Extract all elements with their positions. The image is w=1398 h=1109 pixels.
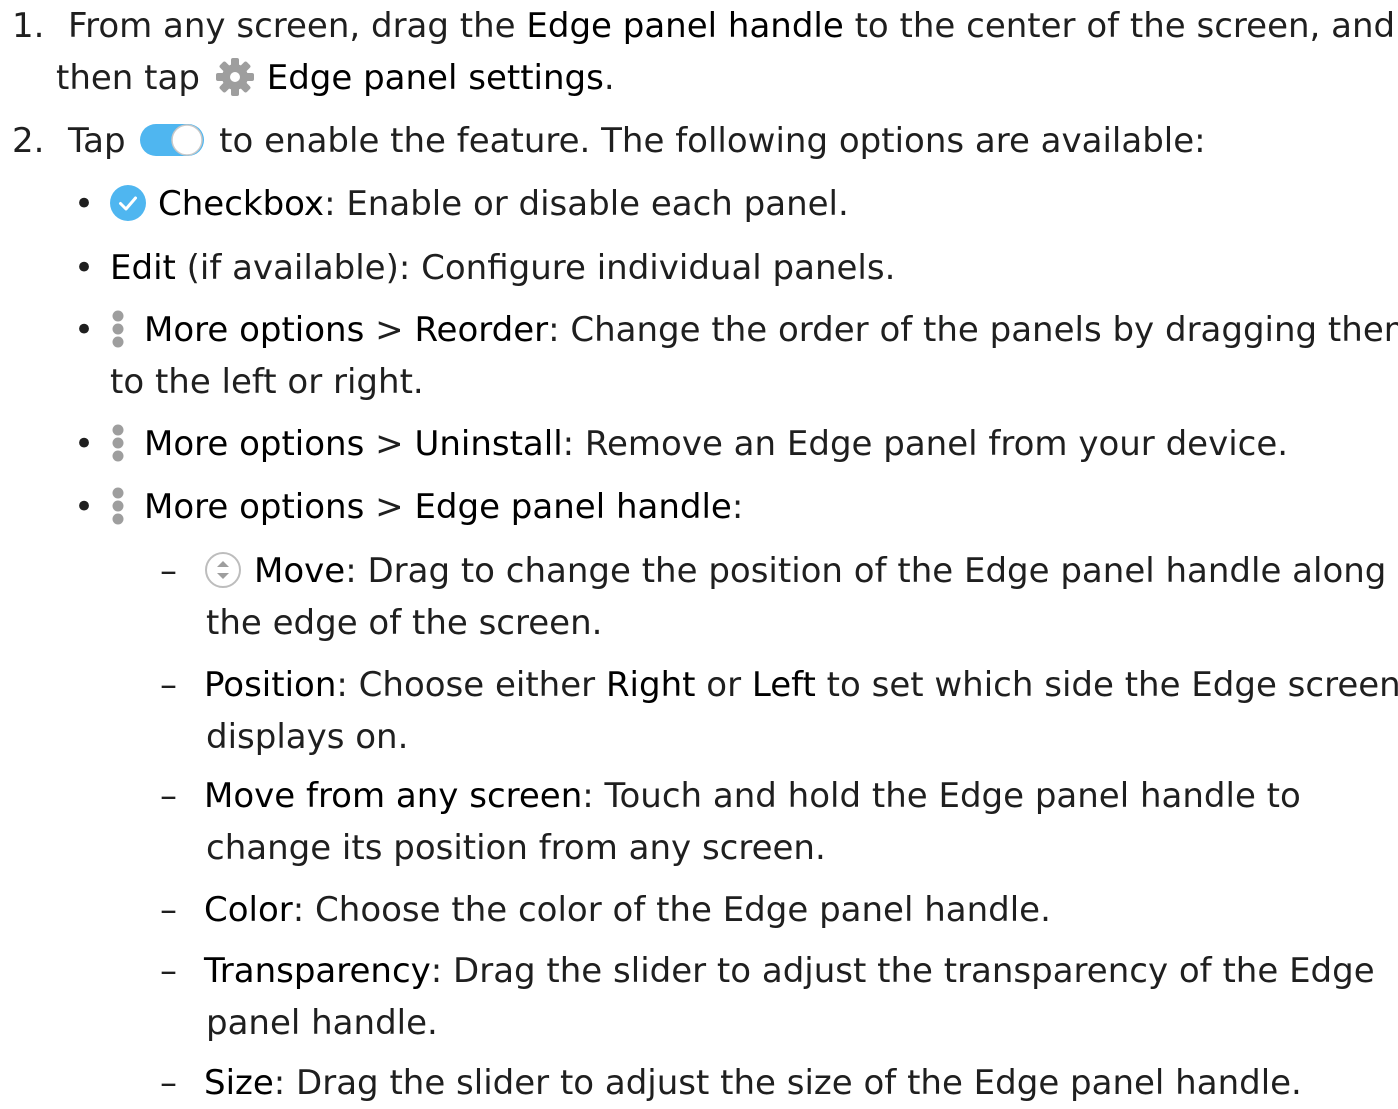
term-size: Size: [204, 1063, 274, 1103]
term-more-options: More options: [144, 310, 365, 350]
bullet-dot: •: [74, 184, 95, 224]
sub-position: – Position: Choose either Right or Left t…: [160, 659, 1398, 711]
bullet-checkbox: • Checkbox: Enable or disable each panel…: [74, 178, 849, 230]
term-transparency: Transparency: [204, 951, 431, 991]
sub-move-from-any-screen-cont: change its position from any screen.: [206, 822, 826, 874]
term-right: Right: [605, 665, 696, 705]
dash: –: [160, 890, 177, 930]
bullet-edit: • Edit (if available): Configure individu…: [74, 242, 895, 294]
more-options-icon: [112, 424, 124, 461]
move-icon: [205, 551, 241, 588]
step-text: to the center of the screen, and: [843, 6, 1396, 46]
sub-text: : Choose the color of the Edge panel han…: [292, 890, 1051, 930]
term-reorder: Reorder: [414, 310, 549, 350]
sub-text: panel handle.: [206, 1003, 438, 1043]
term-more-options: More options: [144, 487, 365, 527]
step-number: 1.: [12, 6, 45, 46]
bullet-text: : Change the order of the panels by drag…: [548, 310, 1398, 350]
term-more-options: More options: [144, 424, 365, 464]
bullet-text: (if available): Configure individual pan…: [175, 248, 896, 288]
bullet-text: to the left or right.: [110, 362, 424, 402]
step-2-line: 2. Tap to enable the feature. The followi…: [12, 115, 1206, 167]
toggle-icon: [140, 123, 205, 156]
dash: –: [160, 1063, 177, 1103]
term-edge-panel-settings: Edge panel settings: [266, 58, 604, 98]
sub-text: displays on.: [206, 717, 409, 757]
bullet-dot: •: [74, 248, 95, 288]
dash: –: [160, 776, 177, 816]
sub-position-cont: displays on.: [206, 711, 408, 763]
sub-transparency-cont: panel handle.: [206, 997, 438, 1049]
step-1-line-1: 1. From any screen, drag the Edge panel h…: [12, 0, 1395, 52]
dash: –: [160, 665, 177, 705]
separator: >: [364, 310, 415, 350]
bullet-text: :: [731, 487, 744, 527]
sub-color: – Color: Choose the color of the Edge pan…: [160, 884, 1051, 936]
bullet-text: : Remove an Edge panel from your device.: [562, 424, 1289, 464]
term-left: Left: [751, 665, 816, 705]
sub-text: : Drag the slider to adjust the size of …: [273, 1063, 1302, 1103]
bullet-dot: •: [74, 424, 95, 464]
term-edge-panel-handle: Edge panel handle: [526, 6, 844, 46]
bullet-dot: •: [74, 487, 95, 527]
sub-move-cont: the edge of the screen.: [206, 597, 602, 649]
step-text: From any screen, drag the: [68, 6, 527, 46]
step-text: then tap: [56, 58, 211, 98]
instructions-document: 1. From any screen, drag the Edge panel h…: [0, 0, 1398, 1103]
more-options-icon: [112, 487, 124, 524]
gear-icon: [215, 57, 254, 96]
step-text: to enable the feature. The following opt…: [208, 121, 1206, 161]
term-checkbox: Checkbox: [158, 184, 325, 224]
sub-text: or: [695, 665, 752, 705]
step-text: .: [603, 58, 615, 98]
separator: >: [364, 424, 415, 464]
more-options-icon: [112, 310, 124, 347]
term-color: Color: [204, 890, 293, 930]
term-position: Position: [204, 665, 337, 705]
step-number: 2.: [12, 121, 45, 161]
sub-text: to set which side the Edge screen: [815, 665, 1398, 705]
dash: –: [160, 551, 177, 591]
bullet-uninstall: • More options > Uninstall: Remove an Ed…: [74, 418, 1288, 470]
sub-move: – Move: Drag to change the position of t…: [160, 545, 1386, 597]
bullet-reorder-cont: to the left or right.: [110, 356, 424, 408]
sub-move-from-any-screen: – Move from any screen: Touch and hold th…: [160, 770, 1301, 822]
term-move: Move: [254, 551, 346, 591]
sub-text: the edge of the screen.: [206, 603, 603, 643]
checkbox-icon: [110, 184, 146, 221]
term-uninstall: Uninstall: [414, 424, 563, 464]
step-text: Tap: [68, 121, 137, 161]
sub-transparency: – Transparency: Drag the slider to adjust…: [160, 945, 1375, 997]
bullet-edge-panel-handle: • More options > Edge panel handle:: [74, 481, 743, 533]
sub-size: – Size: Drag the slider to adjust the siz…: [160, 1057, 1302, 1109]
sub-text: change its position from any screen.: [206, 828, 826, 868]
sub-text: : Touch and hold the Edge panel handle t…: [582, 776, 1301, 816]
bullet-text: : Enable or disable each panel.: [324, 184, 849, 224]
bullet-reorder: • More options > Reorder: Change the ord…: [74, 304, 1398, 356]
term-edit: Edit: [110, 248, 176, 288]
term-move-from-any-screen: Move from any screen: [204, 776, 583, 816]
term-edge-panel-handle: Edge panel handle: [414, 487, 732, 527]
dash: –: [160, 951, 177, 991]
separator: >: [364, 487, 415, 527]
sub-text: : Choose either: [336, 665, 606, 705]
step-1-line-2: then tap Edge panel settings.: [56, 52, 615, 104]
sub-text: : Drag to change the position of the Edg…: [345, 551, 1387, 591]
bullet-dot: •: [74, 310, 95, 350]
sub-text: : Drag the slider to adjust the transpar…: [430, 951, 1375, 991]
